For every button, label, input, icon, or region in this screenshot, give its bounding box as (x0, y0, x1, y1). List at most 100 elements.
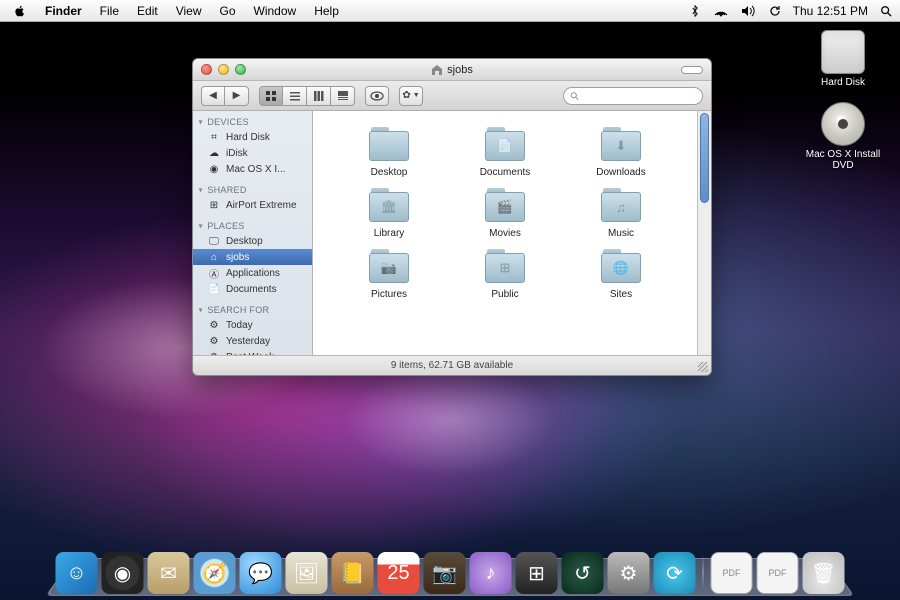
app-icon: ♪ (486, 562, 496, 585)
smart-icon: ⚙ (207, 319, 221, 331)
folder-desktop[interactable]: Desktop (333, 125, 445, 178)
search-field[interactable] (563, 87, 703, 105)
sidebar-heading[interactable]: SHARED (193, 183, 312, 197)
smart-icon: ⚙ (207, 335, 221, 347)
dock-mail[interactable]: ✉ (148, 552, 190, 594)
folder-grid: Desktop📄Documents⬇Downloads 🏛Library🎬Movi… (313, 111, 697, 314)
folder-sites[interactable]: 🌐Sites (565, 247, 677, 300)
document-icon: PDF (723, 568, 741, 578)
status-bar: 9 items, 62.71 GB available (193, 355, 711, 375)
column-view-button[interactable] (307, 86, 331, 106)
sidebar-item-airport-extreme[interactable]: ⊞AirPort Extreme (193, 197, 312, 213)
desktop-icons: Hard Disk Mac OS X Install DVD (798, 30, 888, 171)
nav-buttons: ◀ ▶ (201, 86, 249, 106)
dock-time-machine[interactable]: ↺ (562, 552, 604, 594)
apple-menu[interactable] (10, 0, 36, 21)
dock-trash[interactable]: 🗑 (803, 552, 845, 594)
sidebar-item-label: iDisk (226, 148, 248, 159)
forward-button[interactable]: ▶ (225, 86, 249, 106)
sidebar-item-documents[interactable]: 📄Documents (193, 281, 312, 297)
folder-documents[interactable]: 📄Documents (449, 125, 561, 178)
folder-label: Public (491, 289, 518, 300)
action-menu-button[interactable]: ✿▼ (399, 86, 423, 106)
menu-window[interactable]: Window (245, 0, 306, 21)
coverflow-view-button[interactable] (331, 86, 355, 106)
sidebar-item-idisk[interactable]: ☁iDisk (193, 145, 312, 161)
quick-look-button[interactable] (365, 86, 389, 106)
finder-toolbar: ◀ ▶ ✿▼ (193, 81, 711, 111)
folder-public[interactable]: ⊞Public (449, 247, 561, 300)
folder-downloads[interactable]: ⬇Downloads (565, 125, 677, 178)
sidebar-item-sjobs[interactable]: ⌂sjobs (193, 249, 312, 265)
app-icon: ⊞ (528, 561, 545, 586)
sidebar-heading[interactable]: PLACES (193, 219, 312, 233)
sidebar-item-applications[interactable]: ⒶApplications (193, 265, 312, 281)
search-input[interactable] (583, 90, 696, 101)
sidebar-heading[interactable]: DEVICES (193, 115, 312, 129)
menu-file[interactable]: File (91, 0, 128, 21)
dock-address-book[interactable]: 📒 (332, 552, 374, 594)
menu-help[interactable]: Help (305, 0, 348, 21)
spotlight-icon[interactable] (880, 5, 892, 17)
folder-icon: ♫ (598, 186, 644, 224)
folder-icon (366, 125, 412, 163)
folder-label: Pictures (371, 289, 407, 300)
search-icon (570, 91, 579, 101)
sidebar-item-label: Mac OS X I... (226, 164, 285, 175)
scrollbar-thumb[interactable] (700, 113, 709, 203)
menu-view[interactable]: View (167, 0, 211, 21)
folder-music[interactable]: ♫ Music (565, 186, 677, 239)
folder-icon: 📷 (366, 247, 412, 285)
sync-icon[interactable] (769, 5, 781, 17)
dock-document-2[interactable]: PDF (757, 552, 799, 594)
toolbar-toggle-button[interactable] (681, 66, 703, 74)
icon-view-button[interactable] (259, 86, 283, 106)
menubar: Finder File Edit View Go Window Help Thu… (0, 0, 900, 22)
sidebar-item-label: AirPort Extreme (226, 200, 297, 211)
folder-movies[interactable]: 🎬Movies (449, 186, 561, 239)
dock-itunes[interactable]: ♪ (470, 552, 512, 594)
folder-label: Music (608, 228, 634, 239)
sidebar-item-label: Applications (226, 268, 280, 279)
dock-preview[interactable]: 🖼 (286, 552, 328, 594)
desktop-icon-hard-disk[interactable]: Hard Disk (798, 30, 888, 88)
dock-system-preferences[interactable]: ⚙ (608, 552, 650, 594)
sidebar-heading[interactable]: SEARCH FOR (193, 303, 312, 317)
menu-edit[interactable]: Edit (128, 0, 167, 21)
menu-go[interactable]: Go (211, 0, 245, 21)
dock-photo-booth[interactable]: 📷 (424, 552, 466, 594)
list-view-button[interactable] (283, 86, 307, 106)
dock-ichat[interactable]: 💬 (240, 552, 282, 594)
dock-finder[interactable]: ☺ (56, 552, 98, 594)
resize-grip[interactable] (698, 362, 708, 372)
back-button[interactable]: ◀ (201, 86, 225, 106)
sidebar-item-hard-disk[interactable]: ⌗Hard Disk (193, 129, 312, 145)
dock-safari[interactable]: 🧭 (194, 552, 236, 594)
folder-icon: 🎬 (482, 186, 528, 224)
volume-icon[interactable] (741, 5, 757, 17)
folder-library[interactable]: 🏛Library (333, 186, 445, 239)
dvd-icon: ◉ (207, 163, 221, 175)
dock-dashboard[interactable]: ◉ (102, 552, 144, 594)
bluetooth-icon[interactable] (689, 5, 701, 17)
airport-icon[interactable] (713, 5, 729, 17)
sidebar-item-today[interactable]: ⚙Today (193, 317, 312, 333)
app-icon: ◉ (114, 561, 131, 586)
dock-ical[interactable]: 25 (378, 552, 420, 594)
vertical-scrollbar[interactable] (697, 111, 711, 355)
status-text: 9 items, 62.71 GB available (391, 360, 513, 371)
apple-icon (14, 5, 26, 17)
hd-icon: ⌗ (207, 131, 221, 143)
menu-app-name[interactable]: Finder (36, 0, 91, 21)
desktop-icon-install-dvd[interactable]: Mac OS X Install DVD (798, 102, 888, 171)
sidebar-item-mac-os-x-i-[interactable]: ◉ Mac OS X I... (193, 161, 312, 177)
dock-document-1[interactable]: PDF (711, 552, 753, 594)
sidebar-item-desktop[interactable]: 🖵Desktop (193, 233, 312, 249)
dock-spaces[interactable]: ⊞ (516, 552, 558, 594)
clock[interactable]: Thu 12:51 PM (793, 4, 868, 18)
sidebar-item-yesterday[interactable]: ⚙Yesterday (193, 333, 312, 349)
app-icon: 💬 (248, 561, 273, 586)
window-titlebar[interactable]: sjobs (193, 59, 711, 81)
folder-pictures[interactable]: 📷 Pictures (333, 247, 445, 300)
dock-isync[interactable]: ⟳ (654, 552, 696, 594)
